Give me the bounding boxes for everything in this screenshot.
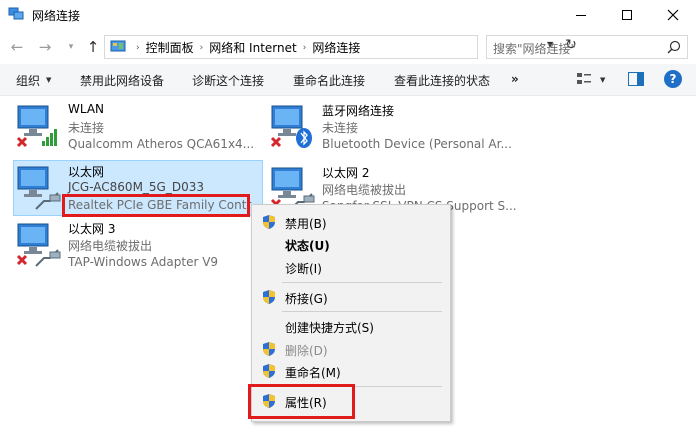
- connection-name: 以太网 2: [322, 166, 370, 180]
- maximize-button[interactable]: [604, 0, 650, 30]
- connection-device: Bluetooth Device (Personal Ar...: [322, 137, 512, 151]
- window-title: 网络连接: [32, 9, 81, 23]
- wireless-adapter-disconnected-icon: [16, 105, 57, 148]
- connection-name: 以太网: [68, 165, 105, 179]
- menu-item-label: 删除(D): [285, 344, 328, 358]
- menu-item-diagnose[interactable]: 诊断(I): [252, 256, 450, 278]
- title-bar: 网络连接: [0, 0, 696, 30]
- chevron-down-icon[interactable]: ▼: [600, 76, 605, 84]
- menu-item-label: 禁用(B): [285, 217, 327, 231]
- menu-item-bridge[interactable]: 桥接(G): [252, 286, 450, 308]
- address-bar[interactable]: › 控制面板 › 网络和 Internet › 网络连接 ▼ ↻: [104, 35, 577, 59]
- forward-arrow-icon[interactable]: →: [36, 38, 54, 56]
- more-commands-button[interactable]: »: [511, 72, 519, 86]
- menu-item-disable[interactable]: 禁用(B): [252, 211, 450, 233]
- connection-item-wlan[interactable]: WLAN 未连接 Qualcomm Atheros QCA61x4...: [14, 100, 264, 156]
- connection-status: 网络电缆被拔出: [68, 239, 153, 253]
- recent-locations-chevron-icon[interactable]: ▾: [62, 38, 80, 56]
- change-view-icon[interactable]: [576, 72, 592, 86]
- menu-separator: [282, 282, 442, 283]
- organize-menu[interactable]: 组织: [16, 72, 40, 89]
- breadcrumb-chevron-icon[interactable]: ›: [200, 43, 204, 53]
- breadcrumb-chevron-icon[interactable]: ›: [136, 43, 140, 53]
- uac-shield-icon: [263, 364, 275, 378]
- breadcrumb: › 控制面板 › 网络和 Internet › 网络连接: [130, 39, 360, 56]
- connection-status: 未连接: [68, 121, 105, 135]
- menu-item-status[interactable]: 状态(U): [252, 233, 450, 255]
- search-icon: [667, 40, 681, 54]
- ethernet-adapter-icon: [17, 166, 61, 210]
- back-arrow-icon[interactable]: ←: [8, 38, 26, 56]
- connection-status: 未连接: [322, 121, 359, 135]
- connection-status: 网络电缆被拔出: [322, 183, 407, 197]
- breadcrumb-chevron-icon[interactable]: ›: [303, 43, 307, 53]
- address-row: ← → ▾ ↑ › 控制面板 › 网络和 Internet › 网络连接 ▼ ↻…: [0, 30, 696, 64]
- up-arrow-icon[interactable]: ↑: [84, 38, 102, 56]
- preview-pane-icon[interactable]: [628, 72, 644, 86]
- connection-name: WLAN: [68, 102, 105, 116]
- command-bar: 组织 ▼ 禁用此网络设备 诊断这个连接 重命名此连接 查看此连接的状态 » ▼ …: [0, 64, 696, 96]
- menu-item-label: 状态(U): [285, 239, 330, 253]
- bluetooth-adapter-disconnected-icon: [270, 105, 312, 148]
- rename-connection-button[interactable]: 重命名此连接: [293, 72, 365, 89]
- uac-shield-icon: [263, 290, 275, 304]
- connection-device: Qualcomm Atheros QCA61x4...: [68, 137, 255, 151]
- menu-item-label: 创建快捷方式(S): [285, 321, 374, 335]
- connection-item-ethernet-3[interactable]: 以太网 3 网络电缆被拔出 TAP-Windows Adapter V9: [14, 218, 264, 274]
- menu-item-delete: 删除(D): [252, 338, 450, 360]
- highlight-device-name: [62, 194, 250, 217]
- search-input[interactable]: 搜索"网络连接": [486, 35, 688, 59]
- menu-separator: [282, 311, 442, 312]
- menu-item-create-shortcut[interactable]: 创建快捷方式(S): [252, 315, 450, 337]
- ethernet-adapter-unplugged-icon: [16, 223, 61, 267]
- control-panel-icon: [110, 40, 126, 52]
- close-icon: [667, 9, 679, 21]
- connection-item-bluetooth[interactable]: 蓝牙网络连接 未连接 Bluetooth Device (Personal Ar…: [268, 100, 518, 156]
- diagnose-connection-button[interactable]: 诊断这个连接: [192, 72, 264, 89]
- maximize-icon: [622, 10, 632, 20]
- close-button[interactable]: [650, 0, 696, 30]
- minimize-button[interactable]: [558, 0, 604, 30]
- connection-status: JCG-AC860M_5G_D033: [68, 180, 204, 194]
- menu-item-rename[interactable]: 重命名(M): [252, 360, 450, 382]
- connection-name: 以太网 3: [68, 222, 116, 236]
- breadcrumb-control-panel[interactable]: 控制面板: [146, 39, 194, 56]
- breadcrumb-network-connections[interactable]: 网络连接: [312, 39, 360, 56]
- uac-shield-icon: [263, 342, 275, 356]
- connection-device: TAP-Windows Adapter V9: [68, 255, 219, 269]
- search-placeholder: 搜索"网络连接": [493, 42, 577, 56]
- highlight-properties: [248, 384, 355, 419]
- uac-shield-icon: [263, 215, 275, 229]
- disable-device-button[interactable]: 禁用此网络设备: [80, 72, 164, 89]
- chevron-down-icon[interactable]: ▼: [46, 76, 51, 84]
- minimize-icon: [576, 14, 586, 16]
- connection-name: 蓝牙网络连接: [322, 104, 395, 118]
- help-icon[interactable]: ?: [664, 70, 682, 88]
- network-connections-icon: [8, 7, 24, 20]
- view-status-button[interactable]: 查看此连接的状态: [394, 72, 490, 89]
- menu-item-label: 重命名(M): [285, 366, 341, 380]
- menu-item-label: 桥接(G): [285, 292, 328, 306]
- menu-item-label: 诊断(I): [285, 262, 322, 276]
- breadcrumb-network-internet[interactable]: 网络和 Internet: [209, 39, 296, 56]
